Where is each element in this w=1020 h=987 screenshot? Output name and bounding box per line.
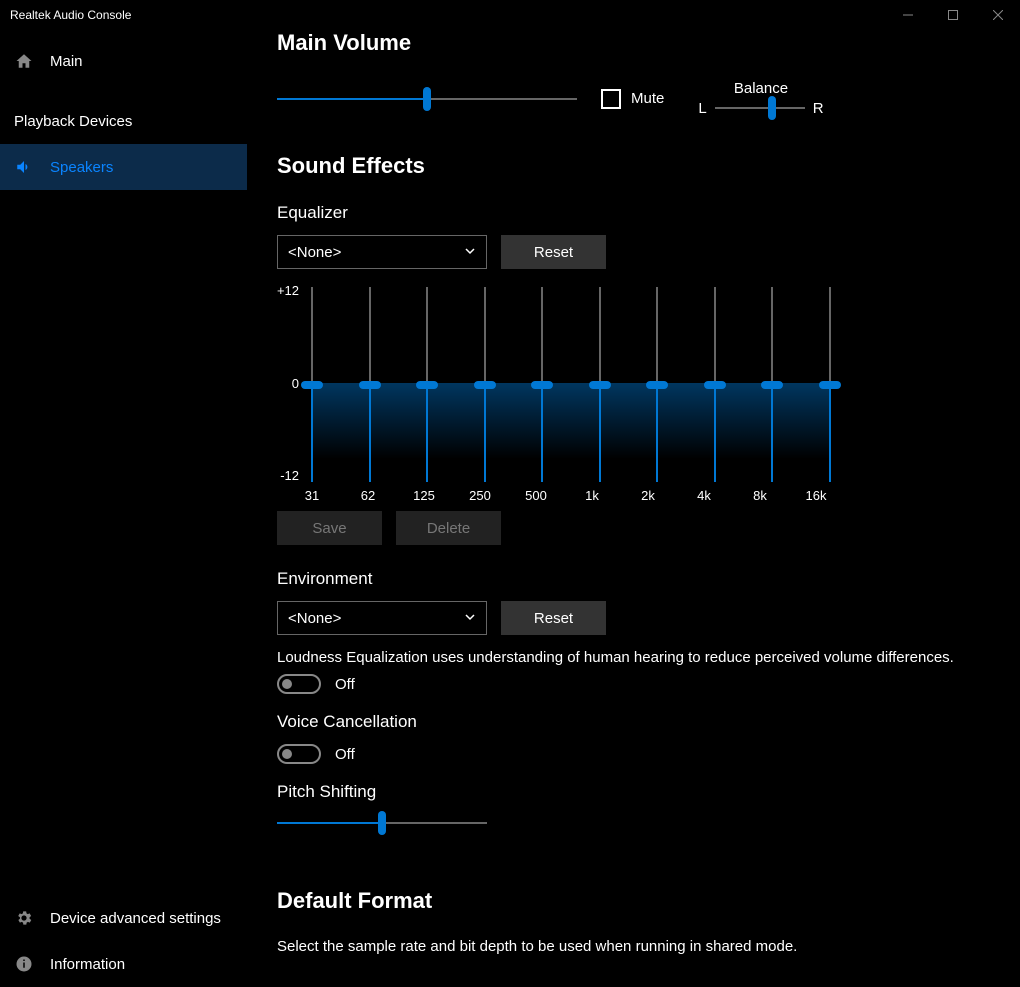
eq-band-slider[interactable] [369, 287, 371, 482]
eq-band-slider[interactable] [311, 287, 313, 482]
eq-band-label: 250 [465, 488, 495, 503]
loudness-toggle[interactable] [277, 674, 321, 694]
equalizer-reset-button[interactable]: Reset [501, 235, 606, 269]
mute-checkbox[interactable] [601, 89, 621, 109]
default-format-desc: Select the sample rate and bit depth to … [277, 938, 1020, 955]
environment-preset-value: <None> [288, 610, 341, 627]
equalizer-preset-select[interactable]: <None> [277, 235, 487, 269]
minimize-button[interactable] [885, 0, 930, 30]
equalizer-save-button[interactable]: Save [277, 511, 382, 545]
eq-band-label: 16k [801, 488, 831, 503]
eq-band-label: 31 [297, 488, 327, 503]
pitch-slider[interactable] [277, 814, 1020, 832]
eq-y-zero: 0 [271, 376, 299, 391]
loudness-description: Loudness Equalization uses understanding… [277, 649, 1020, 666]
environment-reset-button[interactable]: Reset [501, 601, 606, 635]
sidebar-item-label: Device advanced settings [50, 910, 221, 927]
eq-band-label: 4k [689, 488, 719, 503]
eq-band-slider[interactable] [771, 287, 773, 482]
main-volume-slider[interactable] [277, 90, 577, 108]
main-volume-heading: Main Volume [277, 30, 1020, 56]
chevron-down-icon [464, 610, 476, 627]
chevron-down-icon [464, 244, 476, 261]
balance-slider[interactable] [715, 99, 805, 117]
sidebar-item-label: Speakers [50, 159, 113, 176]
eq-y-minus12: -12 [271, 468, 299, 483]
eq-band-label: 62 [353, 488, 383, 503]
sidebar-item-label: Information [50, 956, 125, 973]
close-button[interactable] [975, 0, 1020, 30]
balance-label: Balance [734, 80, 788, 97]
voice-cancel-state: Off [335, 746, 355, 763]
sidebar-item-main[interactable]: Main [0, 38, 247, 84]
eq-band-label: 1k [577, 488, 607, 503]
environment-preset-select[interactable]: <None> [277, 601, 487, 635]
speaker-icon [14, 158, 34, 176]
mute-label: Mute [631, 90, 664, 107]
pitch-heading: Pitch Shifting [277, 782, 1020, 802]
equalizer-graph: +12 0 -12 31621252505001k2k4k8k16k [277, 283, 837, 493]
sidebar-item-label: Main [50, 53, 83, 70]
eq-band-label: 2k [633, 488, 663, 503]
eq-band-slider[interactable] [829, 287, 831, 482]
titlebar-title: Realtek Audio Console [10, 8, 885, 22]
equalizer-delete-button[interactable]: Delete [396, 511, 501, 545]
eq-y-plus12: +12 [271, 283, 299, 298]
info-icon [14, 955, 34, 973]
voice-cancel-heading: Voice Cancellation [277, 712, 1020, 732]
eq-band-label: 500 [521, 488, 551, 503]
eq-band-slider[interactable] [426, 287, 428, 482]
voice-cancel-toggle[interactable] [277, 744, 321, 764]
gear-icon [14, 909, 34, 927]
eq-band-slider[interactable] [656, 287, 658, 482]
equalizer-heading: Equalizer [277, 203, 1020, 223]
equalizer-preset-value: <None> [288, 244, 341, 261]
eq-band-slider[interactable] [484, 287, 486, 482]
sound-effects-heading: Sound Effects [277, 153, 1020, 179]
eq-band-slider[interactable] [599, 287, 601, 482]
home-icon [14, 52, 34, 70]
maximize-button[interactable] [930, 0, 975, 30]
sidebar-item-information[interactable]: Information [0, 941, 247, 987]
eq-band-label: 125 [409, 488, 439, 503]
main-content: Main Volume Mute Balance L R Sound E [247, 30, 1020, 987]
sidebar-item-speakers[interactable]: Speakers [0, 144, 247, 190]
default-format-heading: Default Format [277, 888, 1020, 914]
balance-right-label: R [813, 100, 824, 117]
sidebar-section-playback: Playback Devices [0, 98, 247, 144]
titlebar: Realtek Audio Console [0, 0, 1020, 30]
eq-band-slider[interactable] [714, 287, 716, 482]
sidebar: Main Playback Devices Speakers Device ad… [0, 30, 247, 987]
eq-band-label: 8k [745, 488, 775, 503]
sidebar-section-label: Playback Devices [14, 113, 132, 130]
eq-band-slider[interactable] [541, 287, 543, 482]
loudness-state: Off [335, 676, 355, 693]
balance-left-label: L [698, 100, 706, 117]
sidebar-item-device-advanced[interactable]: Device advanced settings [0, 895, 247, 941]
environment-heading: Environment [277, 569, 1020, 589]
